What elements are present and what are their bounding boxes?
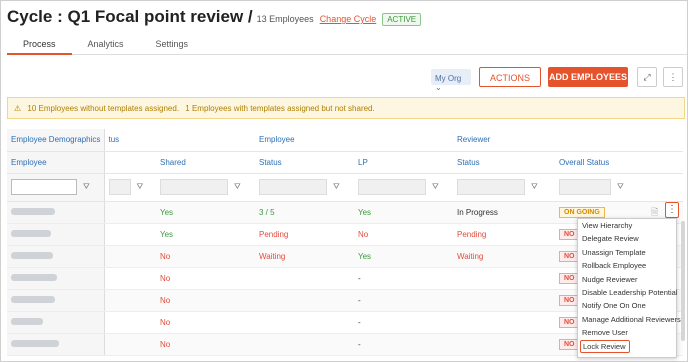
change-cycle-link[interactable]: Change Cycle xyxy=(320,14,377,24)
reviewer-status-cell: Waiting xyxy=(453,245,555,268)
menu-item-rollback-employee[interactable]: Rollback Employee xyxy=(578,259,676,272)
column-header-hidden xyxy=(104,151,156,174)
employee-name-redacted xyxy=(11,251,53,259)
tab-analytics[interactable]: Analytics xyxy=(72,33,140,55)
reviewer-status-cell xyxy=(453,333,555,356)
employee-name-redacted xyxy=(11,339,59,347)
lp-cell: - xyxy=(354,267,453,290)
column-header-overall-status[interactable]: Overall Status xyxy=(555,151,683,174)
filter-row: ⛛ ⛛ ⛛ ⛛ ⛛ ⛛ ⛛ xyxy=(7,173,683,202)
group-header-reviewer: Reviewer xyxy=(453,129,555,152)
shared-cell: No xyxy=(156,333,255,356)
group-header-status: tus xyxy=(104,129,156,152)
actions-button[interactable]: ACTIONS xyxy=(479,67,541,87)
menu-item-lock-review[interactable]: Lock Review xyxy=(580,339,630,353)
filter-icon[interactable]: ⛛ xyxy=(137,182,144,192)
filter-icon[interactable]: ⛛ xyxy=(432,182,439,192)
column-header-employee[interactable]: Employee xyxy=(7,151,105,174)
lp-cell: Yes xyxy=(354,245,453,268)
more-vertical-icon[interactable]: ⋮ xyxy=(663,67,683,87)
alert-text-templates: 10 Employees without templates assigned. xyxy=(27,104,180,113)
lp-cell: - xyxy=(354,311,453,334)
scrollbar[interactable] xyxy=(681,221,685,341)
menu-item-notify-one-on-one[interactable]: Notify One On One xyxy=(578,299,676,312)
reviewer-status-cell: Pending xyxy=(453,223,555,246)
lp-cell: - xyxy=(354,289,453,312)
lp-cell: Yes xyxy=(354,201,453,224)
tab-process[interactable]: Process xyxy=(7,33,72,55)
shared-cell: Yes xyxy=(156,223,255,246)
status-cell: Waiting xyxy=(255,245,354,268)
group-header-demographics: Employee Demographics xyxy=(7,129,105,152)
app-frame: Cycle : Q1 Focal point review / 13 Emplo… xyxy=(0,0,688,362)
expand-icon[interactable]: ⤢ xyxy=(637,67,657,87)
menu-item-unassign-template[interactable]: Unassign Template xyxy=(578,246,676,259)
reviewer-status-cell: In Progress xyxy=(453,201,555,224)
reviewer-status-filter-input[interactable] xyxy=(457,179,525,195)
employee-count: 13 Employees xyxy=(256,14,314,24)
chevron-down-icon: ⌄ xyxy=(435,83,442,92)
employee-name-redacted xyxy=(11,229,51,237)
reviewer-status-cell xyxy=(453,289,555,312)
filter-icon[interactable]: ⛛ xyxy=(531,182,538,192)
employee-filter-input[interactable] xyxy=(11,179,77,195)
shared-cell: Yes xyxy=(156,201,255,224)
warning-icon: ⚠ xyxy=(14,104,22,113)
group-header-blank2 xyxy=(354,129,453,152)
reviewer-status-cell xyxy=(453,267,555,290)
row-more-icon[interactable]: ⋮ xyxy=(665,202,679,218)
alert-banner: ⚠ 10 Employees without templates assigne… xyxy=(7,97,685,119)
alert-text-shared: 1 Employees with templates assigned but … xyxy=(185,104,375,113)
menu-item-nudge-reviewer[interactable]: Nudge Reviewer xyxy=(578,273,676,286)
group-header-blank3 xyxy=(555,129,683,152)
my-org-dropdown[interactable]: My Org ⌄ xyxy=(431,69,471,92)
lp-cell: - xyxy=(354,333,453,356)
status-badge: ACTIVE xyxy=(382,13,422,26)
reviewer-status-cell xyxy=(453,311,555,334)
column-header-lp[interactable]: LP xyxy=(354,151,453,174)
tab-bar: Process Analytics Settings xyxy=(7,33,687,55)
status-badge: ON GOING xyxy=(559,206,605,218)
column-header-reviewer-status[interactable]: Status xyxy=(453,151,555,174)
filter-icon[interactable]: ⛛ xyxy=(617,182,624,192)
tab-settings[interactable]: Settings xyxy=(140,33,205,55)
employee-name-redacted xyxy=(11,207,55,215)
my-org-label: My Org xyxy=(435,74,462,83)
shared-cell: No xyxy=(156,245,255,268)
page-title: Cycle : Q1 Focal point review / xyxy=(7,7,253,26)
menu-item-delegate-review[interactable]: Delegate Review xyxy=(578,232,676,245)
shared-cell: No xyxy=(156,289,255,312)
status-cell xyxy=(255,267,354,290)
menu-item-remove-user[interactable]: Remove User xyxy=(578,326,676,339)
shared-cell: No xyxy=(156,311,255,334)
status-cell: Pending xyxy=(255,223,354,246)
filter-icon[interactable]: ⛛ xyxy=(333,182,340,192)
menu-item-manage-additional-reviewers[interactable]: Manage Additional Reviewers xyxy=(578,313,681,326)
status-cell: 3 / 5 xyxy=(255,201,354,224)
filter-icon[interactable]: ⛛ xyxy=(234,182,241,192)
page-header: Cycle : Q1 Focal point review / 13 Emplo… xyxy=(7,7,422,27)
group-header-blank xyxy=(156,129,255,152)
status-cell xyxy=(255,311,354,334)
filter-input[interactable] xyxy=(108,179,131,195)
shared-filter-input[interactable] xyxy=(160,179,228,195)
overall-status-filter-input[interactable] xyxy=(559,179,611,195)
row-action-menu: View Hierarchy Delegate Review Unassign … xyxy=(577,218,681,358)
column-header-shared[interactable]: Shared xyxy=(156,151,255,174)
status-cell xyxy=(255,289,354,312)
employee-name-redacted xyxy=(11,317,43,325)
menu-item-disable-leadership-potential[interactable]: Disable Leadership Potential xyxy=(578,286,677,299)
add-employees-button[interactable]: ADD EMPLOYEES xyxy=(548,67,628,87)
lp-filter-input[interactable] xyxy=(358,179,426,195)
lp-cell: No xyxy=(354,223,453,246)
employee-name-redacted xyxy=(11,273,57,281)
shared-cell: No xyxy=(156,267,255,290)
status-filter-input[interactable] xyxy=(259,179,327,195)
employee-name-redacted xyxy=(11,295,55,303)
filter-icon[interactable]: ⛛ xyxy=(83,182,90,192)
status-cell xyxy=(255,333,354,356)
column-header-status[interactable]: Status xyxy=(255,151,354,174)
menu-item-view-hierarchy[interactable]: View Hierarchy xyxy=(578,219,676,232)
group-header-employee: Employee xyxy=(255,129,354,152)
